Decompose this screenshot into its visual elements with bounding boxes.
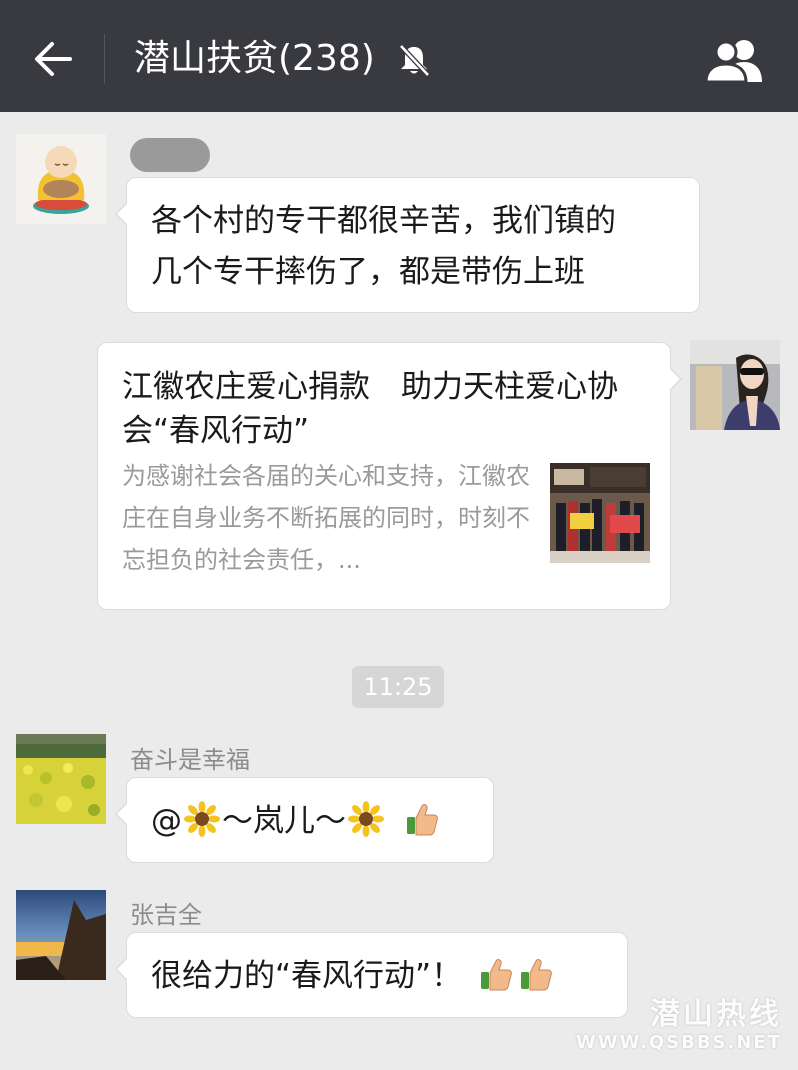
avatar[interactable]	[690, 340, 780, 430]
message-line: 几个专干摔伤了，都是带伤上班	[151, 254, 585, 290]
sunflower-icon	[348, 801, 384, 837]
message-text: ～岚儿～	[222, 803, 346, 839]
sender-name-hidden	[130, 138, 210, 172]
site-watermark: 潜山热线 WWW.QSBBS.NET	[576, 998, 782, 1054]
thumbs-up-icon	[481, 959, 512, 991]
link-card[interactable]: 江徽农庄爱心捐款 助力天柱爱心协会“春风行动” 为感谢社会各届的关心和支持，江徽…	[97, 342, 682, 610]
thumbs-up-icon	[407, 804, 438, 836]
avatar[interactable]	[16, 134, 106, 224]
message-bubble[interactable]: 各个村的专干都很辛苦，我们镇的 几个专干摔伤了，都是带伤上班	[115, 177, 700, 313]
bell-off-icon	[399, 44, 430, 77]
chat-title: 潜山扶贫(238)	[134, 38, 375, 79]
message-bubble[interactable]: @ ～岚儿～	[115, 777, 494, 863]
woman-avatar-icon	[690, 340, 780, 430]
link-card-description: 为感谢社会各届的关心和支持，江徽农庄在自身业务不断拓展的同时，时刻不忘担负的社会…	[122, 462, 530, 574]
link-card-thumbnail	[550, 463, 650, 563]
flower-field-avatar-icon	[16, 734, 106, 824]
thumbs-up-icon	[521, 959, 552, 991]
sender-name: 奋斗是幸福	[130, 746, 250, 774]
watermark-cn: 潜山热线	[650, 997, 782, 1032]
link-card-title: 江徽农庄爱心捐款 助力天柱爱心协会“春风行动”	[122, 369, 618, 449]
event-photo-icon	[550, 463, 650, 563]
watermark-en: WWW.QSBBS.NET	[575, 1032, 782, 1053]
chat-header: 潜山扶贫(238)	[0, 0, 798, 112]
back-arrow-icon[interactable]	[30, 36, 76, 82]
header-divider	[104, 34, 105, 84]
group-members-icon[interactable]	[704, 38, 768, 82]
message-text: 很给力的“春风行动”！	[151, 958, 463, 994]
sunset-mountain-avatar-icon	[16, 890, 106, 980]
avatar[interactable]	[16, 890, 106, 980]
sender-name: 张吉全	[130, 901, 202, 929]
avatar[interactable]	[16, 734, 106, 824]
message-text: @	[151, 803, 182, 839]
monk-avatar-icon	[16, 134, 106, 224]
sunflower-icon	[184, 801, 220, 837]
timestamp: 11:25	[352, 666, 444, 708]
message-line: 各个村的专干都很辛苦，我们镇的	[151, 203, 616, 239]
message-bubble[interactable]: 很给力的“春风行动”！	[115, 932, 628, 1018]
